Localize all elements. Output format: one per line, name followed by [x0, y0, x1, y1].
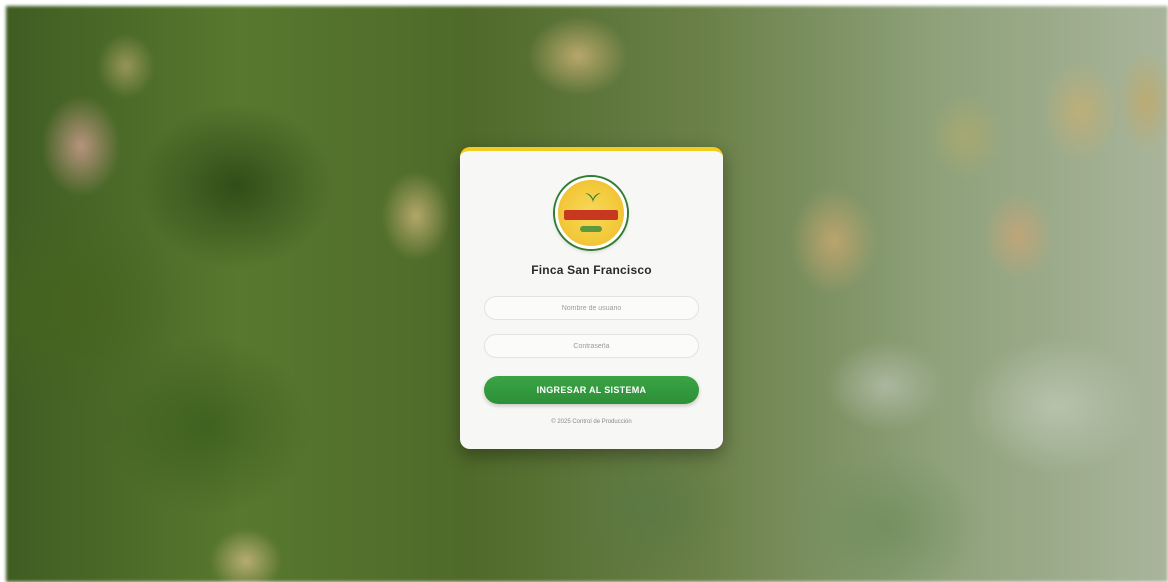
username-input[interactable]: [484, 296, 699, 320]
logo-banner: [564, 210, 618, 220]
leaf-icon: [585, 193, 601, 203]
login-card: Finca San Francisco INGRESAR AL SISTEMA …: [460, 147, 723, 449]
copyright-footer: © 2025 Control de Producción: [551, 419, 632, 425]
page-title: Finca San Francisco: [531, 263, 652, 277]
logo-bottom-mark: [580, 226, 602, 232]
password-input[interactable]: [484, 334, 699, 358]
farm-logo: [555, 177, 627, 249]
login-submit-button[interactable]: INGRESAR AL SISTEMA: [484, 376, 699, 404]
